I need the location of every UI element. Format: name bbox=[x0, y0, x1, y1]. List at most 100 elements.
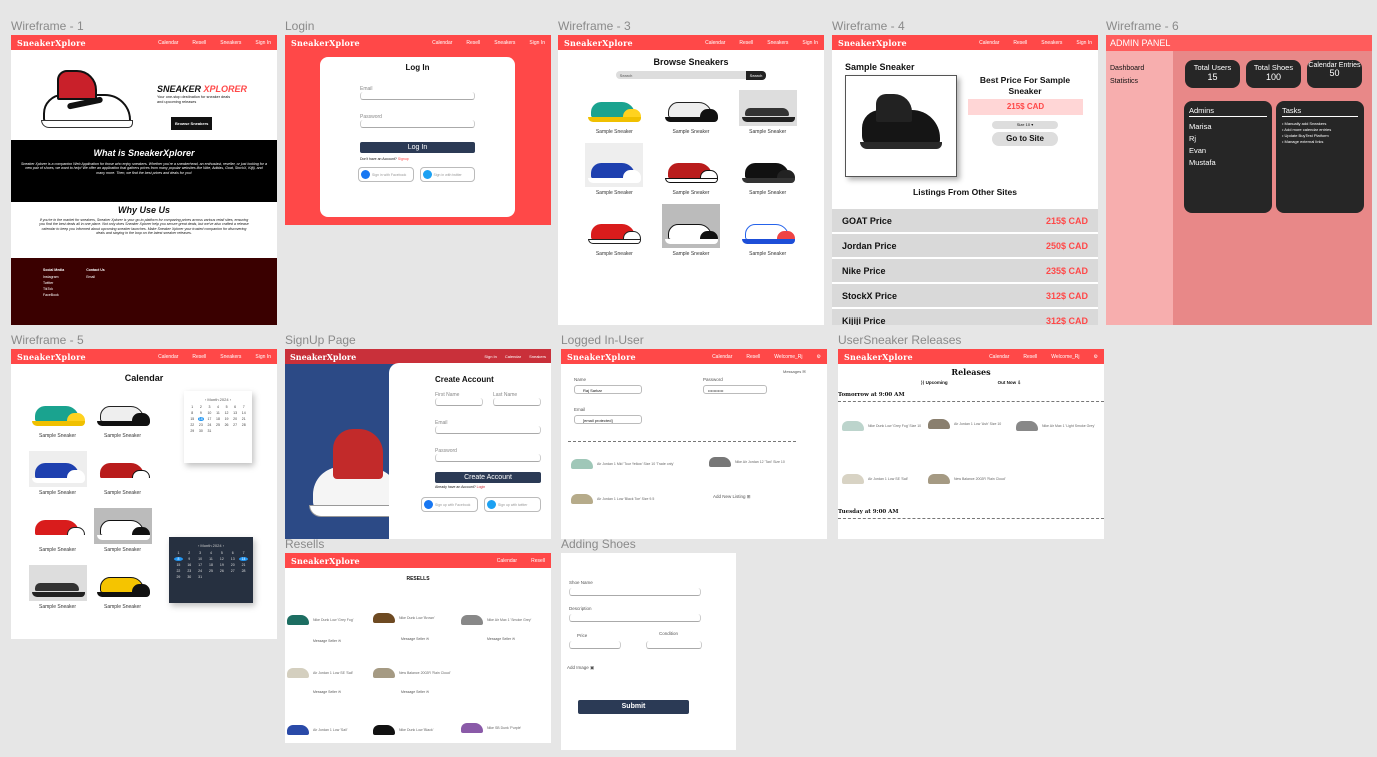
resell-item[interactable]: Nike SB Dunk 'Purple' bbox=[461, 723, 521, 733]
search-button[interactable]: Search bbox=[745, 71, 767, 80]
browse-sneakers-button[interactable]: Browse Sneakers bbox=[171, 117, 213, 130]
nav-calendar[interactable]: Calendar bbox=[158, 40, 178, 46]
signup-link[interactable]: Signup bbox=[398, 157, 409, 161]
nav-calendar[interactable]: Calendar bbox=[712, 354, 732, 360]
nav-resell[interactable]: Resell bbox=[1013, 40, 1027, 46]
price-row[interactable]: Nike Price 235$ CAD bbox=[832, 259, 1098, 282]
chevron-right-icon[interactable]: › bbox=[223, 543, 224, 548]
nav-signin[interactable]: Sign In bbox=[255, 40, 271, 46]
footer-link[interactable]: Twitter bbox=[43, 281, 64, 285]
chevron-right-icon[interactable]: › bbox=[230, 397, 231, 402]
add-listing-button[interactable]: Add New Listing ⊞ bbox=[713, 494, 751, 500]
create-account-button[interactable]: Create Account bbox=[435, 472, 541, 483]
release-item[interactable]: Nike Dunk Low 'Grey Fog' Size 10 bbox=[842, 421, 921, 431]
last-name-field[interactable] bbox=[493, 398, 541, 406]
calendar-widget-light[interactable]: ‹ Month 2024 › 1234567 8 9 10 11 12 13 14 15 16… bbox=[184, 391, 252, 463]
password-field[interactable]: ••••••••••• bbox=[703, 385, 767, 394]
nav-sneakers[interactable]: Sneakers bbox=[529, 354, 546, 359]
logo[interactable]: SneakerXplore bbox=[567, 352, 636, 362]
nav-signin[interactable]: Sign In bbox=[529, 40, 545, 46]
logo[interactable]: SneakerXplore bbox=[290, 352, 356, 362]
nav-welcome[interactable]: Welcome_Rj bbox=[774, 354, 802, 360]
nav-calendar[interactable]: Calendar bbox=[497, 558, 517, 564]
tab-upcoming[interactable]: ⟩⟩ Upcoming bbox=[921, 380, 948, 386]
nav-sneakers[interactable]: Sneakers bbox=[220, 354, 241, 360]
twitter-signup-button[interactable]: Sign up with twitter bbox=[484, 497, 541, 512]
facebook-login-button[interactable]: Sign in with Facebook bbox=[358, 167, 414, 182]
facebook-signup-button[interactable]: Sign up with Facebook bbox=[421, 497, 478, 512]
nav-signin[interactable]: Sign In bbox=[255, 354, 271, 360]
message-seller-link[interactable]: Message Seller ✉ bbox=[401, 690, 429, 694]
sneaker-card[interactable]: Sample Sneaker bbox=[25, 394, 90, 439]
resell-item[interactable]: Air Jordan 1 Low SE 'Sail' bbox=[287, 668, 353, 678]
sneaker-card[interactable]: Sample Sneaker bbox=[25, 508, 90, 553]
nav-resell[interactable]: Resell bbox=[466, 40, 480, 46]
first-name-field[interactable] bbox=[435, 398, 483, 406]
resell-item[interactable]: New Balance 2002R 'Rain Cloud' bbox=[373, 668, 451, 678]
footer-link[interactable]: TikTok bbox=[43, 287, 64, 291]
logo[interactable]: SneakerXplore bbox=[291, 556, 360, 566]
listing-item[interactable]: Air Jordan 1 Low 'Black Toe' Size 9.5 bbox=[571, 494, 654, 504]
nav-sneakers[interactable]: Sneakers bbox=[1041, 40, 1062, 46]
messages-link[interactable]: Messages ✉ bbox=[783, 369, 806, 374]
resell-item[interactable]: Nike Air Max 1 'Smoke Grey' bbox=[461, 615, 531, 625]
add-image-button[interactable]: Add Image ▣ bbox=[567, 665, 594, 671]
nav-resell[interactable]: Resell bbox=[192, 40, 206, 46]
sneaker-card[interactable]: Sample Sneaker bbox=[576, 204, 653, 257]
email-field[interactable]: [email protected] bbox=[574, 415, 642, 424]
price-field[interactable] bbox=[569, 641, 621, 649]
footer-link[interactable]: Instagram bbox=[43, 275, 64, 279]
sneaker-card[interactable]: Sample Sneaker bbox=[653, 90, 730, 135]
sidebar-item-statistics[interactable]: Statistics bbox=[1110, 78, 1169, 85]
sneaker-card[interactable]: Sample Sneaker bbox=[90, 508, 155, 553]
sneaker-card[interactable]: Sample Sneaker bbox=[90, 451, 155, 496]
settings-icon[interactable]: ⚙ bbox=[817, 354, 821, 360]
resell-item[interactable]: Air Jordan 1 Low 'Sail' bbox=[287, 725, 347, 735]
nav-resell[interactable]: Resell bbox=[746, 354, 760, 360]
resell-item[interactable]: Nike Dunk Low 'Black' bbox=[373, 725, 433, 735]
nav-sneakers[interactable]: Sneakers bbox=[220, 40, 241, 46]
sneaker-card[interactable]: Sample Sneaker bbox=[653, 204, 730, 257]
listing-item[interactable]: Nike Air Jordan 12 'Taxi' Size 10 bbox=[709, 457, 785, 467]
price-row[interactable]: Kijiji Price 312$ CAD bbox=[832, 309, 1098, 325]
sneaker-card[interactable]: Sample Sneaker bbox=[729, 143, 806, 196]
nav-calendar[interactable]: Calendar bbox=[158, 354, 178, 360]
nav-welcome[interactable]: Welcome_Rj bbox=[1051, 354, 1079, 360]
message-seller-link[interactable]: Message Seller ✉ bbox=[487, 637, 515, 641]
email-field[interactable] bbox=[360, 92, 475, 100]
name-field[interactable]: Raj Sarkar bbox=[574, 385, 642, 394]
nav-calendar[interactable]: Calendar bbox=[432, 40, 452, 46]
password-field[interactable] bbox=[435, 454, 541, 462]
password-field[interactable] bbox=[360, 120, 475, 128]
sneaker-card[interactable]: Sample Sneaker bbox=[576, 90, 653, 135]
search-input[interactable]: Search bbox=[615, 71, 746, 79]
release-item[interactable]: New Balance 2002R 'Rain Cloud' bbox=[928, 474, 1006, 484]
login-button[interactable]: Log In bbox=[360, 142, 475, 153]
go-to-site-button[interactable]: Go to Site bbox=[992, 132, 1058, 146]
tab-out-now[interactable]: Out Now ⇩ bbox=[998, 380, 1022, 386]
footer-link[interactable]: FaceBook bbox=[43, 293, 64, 297]
shoe-name-field[interactable] bbox=[569, 588, 701, 596]
sneaker-card[interactable]: Sample Sneaker bbox=[729, 90, 806, 135]
listing-item[interactable]: Air Jordan 1 Mid 'Tour Yellow' Size 10 '… bbox=[571, 459, 674, 469]
size-select[interactable]: Size 10 ▾ bbox=[992, 121, 1058, 129]
nav-signin[interactable]: Sign In bbox=[484, 354, 496, 359]
resell-item[interactable]: Nike Dunk Low 'Brown' bbox=[373, 613, 435, 623]
release-item[interactable]: Air Jordan 1 Low SE 'Sail' bbox=[842, 474, 908, 484]
calendar-days[interactable]: 1234567 8 9 10 11 12 13 14 15 16 17 18 19 20 21 22 23… bbox=[189, 405, 247, 433]
price-row[interactable]: GOAT Price 215$ CAD bbox=[832, 209, 1098, 232]
nav-sneakers[interactable]: Sneakers bbox=[767, 40, 788, 46]
logo[interactable]: SneakerXplore bbox=[564, 38, 633, 48]
message-seller-link[interactable]: Message Seller ✉ bbox=[313, 690, 341, 694]
nav-calendar[interactable]: Calendar bbox=[505, 354, 521, 359]
price-row[interactable]: StockX Price 312$ CAD bbox=[832, 284, 1098, 307]
nav-signin[interactable]: Sign In bbox=[1076, 40, 1092, 46]
logo[interactable]: SneakerXplore bbox=[844, 352, 913, 362]
nav-resell[interactable]: Resell bbox=[531, 558, 545, 564]
nav-resell[interactable]: Resell bbox=[739, 40, 753, 46]
logo[interactable]: SneakerXplore bbox=[17, 38, 86, 48]
price-row[interactable]: Jordan Price 250$ CAD bbox=[832, 234, 1098, 257]
resell-item[interactable]: Nike Dunk Low 'Grey Fog' bbox=[287, 615, 353, 625]
description-field[interactable] bbox=[569, 614, 701, 622]
logo[interactable]: SneakerXplore bbox=[838, 38, 907, 48]
